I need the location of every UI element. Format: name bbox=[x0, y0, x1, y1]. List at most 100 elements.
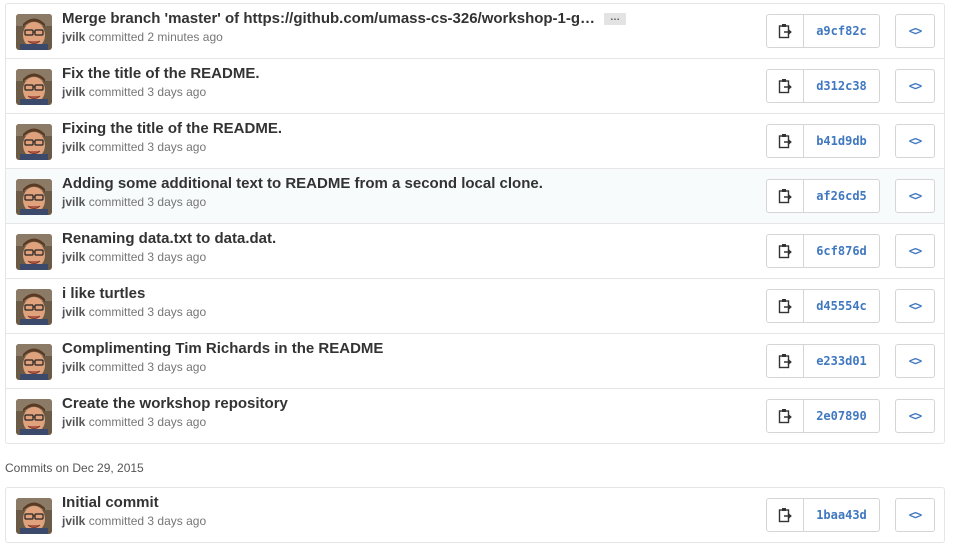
avatar[interactable] bbox=[16, 69, 52, 105]
commit-sha-group: af26cd5 bbox=[766, 179, 880, 213]
clippy-icon bbox=[778, 409, 792, 424]
clippy-icon bbox=[778, 24, 792, 39]
clippy-icon bbox=[778, 244, 792, 259]
commit-row: Create the workshop repository jvilk com… bbox=[6, 389, 944, 444]
copy-sha-button[interactable] bbox=[767, 70, 804, 102]
commit-sha-group: 6cf876d bbox=[766, 234, 880, 268]
commit-time: 3 days ago bbox=[147, 360, 207, 374]
commit-row: Renaming data.txt to data.dat. jvilk com… bbox=[6, 224, 944, 279]
copy-sha-button[interactable] bbox=[767, 125, 804, 157]
commit-author-link[interactable]: jvilk bbox=[62, 360, 85, 374]
browse-tree-button[interactable]: <> bbox=[895, 179, 935, 213]
commit-committed-label: committed bbox=[88, 195, 145, 209]
commit-committed-label: committed bbox=[88, 360, 145, 374]
commit-committed-label: committed bbox=[88, 514, 145, 528]
commit-message-link[interactable]: Fix the title of the README. bbox=[62, 64, 622, 84]
commit-author-link[interactable]: jvilk bbox=[62, 140, 85, 154]
copy-sha-button[interactable] bbox=[767, 15, 804, 47]
commit-message-link[interactable]: Merge branch 'master' of https://github.… bbox=[62, 9, 622, 29]
commit-meta: jvilk committed 3 days ago bbox=[62, 359, 206, 375]
commit-message-link[interactable]: Complimenting Tim Richards in the README bbox=[62, 339, 622, 359]
commit-sha-link[interactable]: d312c38 bbox=[804, 70, 879, 102]
commit-committed-label: committed bbox=[88, 140, 145, 154]
commit-time: 3 days ago bbox=[147, 415, 207, 429]
avatar[interactable] bbox=[16, 234, 52, 270]
commit-author-link[interactable]: jvilk bbox=[62, 250, 85, 264]
commit-author-link[interactable]: jvilk bbox=[62, 514, 85, 528]
commit-time: 3 days ago bbox=[147, 514, 207, 528]
commit-message-link[interactable]: Fixing the title of the README. bbox=[62, 119, 622, 139]
code-icon: <> bbox=[908, 134, 922, 148]
clippy-icon bbox=[778, 134, 792, 149]
browse-tree-button[interactable]: <> bbox=[895, 124, 935, 158]
commit-message-link[interactable]: Initial commit bbox=[62, 493, 622, 513]
browse-tree-button[interactable]: <> bbox=[895, 14, 935, 48]
commit-message-link[interactable]: Renaming data.txt to data.dat. bbox=[62, 229, 622, 249]
clippy-icon bbox=[778, 354, 792, 369]
code-icon: <> bbox=[908, 189, 922, 203]
commit-message-link[interactable]: Adding some additional text to README fr… bbox=[62, 174, 622, 194]
commit-meta: jvilk committed 3 days ago bbox=[62, 139, 206, 155]
commit-author-link[interactable]: jvilk bbox=[62, 30, 85, 44]
copy-sha-button[interactable] bbox=[767, 400, 804, 432]
avatar[interactable] bbox=[16, 399, 52, 435]
commit-sha-group: a9cf82c bbox=[766, 14, 880, 48]
copy-sha-button[interactable] bbox=[767, 499, 804, 531]
commit-sha-link[interactable]: a9cf82c bbox=[804, 15, 879, 47]
code-icon: <> bbox=[908, 79, 922, 93]
commit-sha-link[interactable]: e233d01 bbox=[804, 345, 879, 377]
commit-row: Fix the title of the README. jvilk commi… bbox=[6, 59, 944, 114]
commit-meta: jvilk committed 3 days ago bbox=[62, 513, 206, 529]
avatar[interactable] bbox=[16, 344, 52, 380]
commit-row: Complimenting Tim Richards in the README… bbox=[6, 334, 944, 389]
clippy-icon bbox=[778, 189, 792, 204]
avatar[interactable] bbox=[16, 124, 52, 160]
avatar[interactable] bbox=[16, 289, 52, 325]
avatar[interactable] bbox=[16, 179, 52, 215]
commit-message-link[interactable]: Create the workshop repository bbox=[62, 394, 622, 414]
code-icon: <> bbox=[908, 24, 922, 38]
avatar[interactable] bbox=[16, 14, 52, 50]
commit-committed-label: committed bbox=[88, 30, 145, 44]
commit-sha-group: b41d9db bbox=[766, 124, 880, 158]
clippy-icon bbox=[778, 508, 792, 523]
commit-row: Fixing the title of the README. jvilk co… bbox=[6, 114, 944, 169]
browse-tree-button[interactable]: <> bbox=[895, 289, 935, 323]
commit-author-link[interactable]: jvilk bbox=[62, 305, 85, 319]
commit-time: 3 days ago bbox=[147, 195, 207, 209]
copy-sha-button[interactable] bbox=[767, 345, 804, 377]
commit-time: 3 days ago bbox=[147, 85, 207, 99]
copy-sha-button[interactable] bbox=[767, 290, 804, 322]
code-icon: <> bbox=[908, 354, 922, 368]
commit-sha-link[interactable]: 2e07890 bbox=[804, 400, 879, 432]
browse-tree-button[interactable]: <> bbox=[895, 234, 935, 268]
commit-sha-link[interactable]: af26cd5 bbox=[804, 180, 879, 212]
browse-tree-button[interactable]: <> bbox=[895, 498, 935, 532]
expand-message-button[interactable]: … bbox=[604, 13, 626, 25]
commit-sha-link[interactable]: 1baa43d bbox=[804, 499, 879, 531]
browse-tree-button[interactable]: <> bbox=[895, 399, 935, 433]
code-icon: <> bbox=[908, 409, 922, 423]
commit-row: Initial commit jvilk committed 3 days ag… bbox=[6, 488, 944, 543]
avatar[interactable] bbox=[16, 498, 52, 534]
commit-sha-link[interactable]: 6cf876d bbox=[804, 235, 879, 267]
browse-tree-button[interactable]: <> bbox=[895, 69, 935, 103]
commit-time: 3 days ago bbox=[147, 305, 207, 319]
commit-message-link[interactable]: i like turtles bbox=[62, 284, 622, 304]
commit-sha-group: d45554c bbox=[766, 289, 880, 323]
commit-time: 3 days ago bbox=[147, 250, 207, 264]
clippy-icon bbox=[778, 79, 792, 94]
copy-sha-button[interactable] bbox=[767, 180, 804, 212]
code-icon: <> bbox=[908, 244, 922, 258]
commit-sha-link[interactable]: b41d9db bbox=[804, 125, 879, 157]
commit-author-link[interactable]: jvilk bbox=[62, 195, 85, 209]
copy-sha-button[interactable] bbox=[767, 235, 804, 267]
commit-sha-link[interactable]: d45554c bbox=[804, 290, 879, 322]
commit-author-link[interactable]: jvilk bbox=[62, 415, 85, 429]
commit-date-heading: Commits on Dec 29, 2015 bbox=[5, 461, 144, 475]
browse-tree-button[interactable]: <> bbox=[895, 344, 935, 378]
commit-author-link[interactable]: jvilk bbox=[62, 85, 85, 99]
commit-meta: jvilk committed 3 days ago bbox=[62, 194, 206, 210]
commit-list: Initial commit jvilk committed 3 days ag… bbox=[5, 487, 945, 543]
commit-row: Adding some additional text to README fr… bbox=[6, 169, 944, 224]
